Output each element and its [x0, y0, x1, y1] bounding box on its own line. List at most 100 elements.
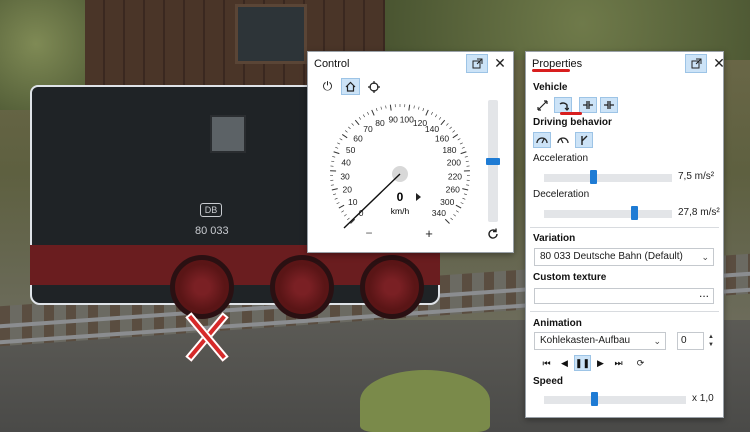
throttle-slider[interactable]	[486, 100, 500, 222]
speedometer-tick	[367, 111, 370, 115]
speedometer-label: 180	[442, 145, 456, 155]
variation-section: Variation	[533, 233, 723, 244]
speedometer-tick	[446, 123, 449, 126]
throttle-thumb[interactable]	[486, 157, 500, 165]
couple-left-icon[interactable]	[579, 97, 597, 113]
speedometer-tick	[460, 202, 464, 205]
speedometer-label: 220	[448, 171, 462, 181]
animation-number-input[interactable]: 0	[677, 332, 704, 350]
cab-window	[210, 115, 246, 153]
loop-icon[interactable]: ⟳	[632, 355, 649, 371]
red-underline-marker	[532, 69, 570, 72]
speedometer-tick	[464, 156, 468, 158]
speedometer-tick	[341, 134, 348, 139]
divider	[530, 311, 719, 312]
direction-arrow-icon[interactable]	[416, 193, 421, 201]
speed-value: x 1,0	[692, 393, 714, 404]
gauge-alt-icon[interactable]	[554, 132, 572, 148]
speed-section: Speed	[533, 376, 723, 387]
rotate-icon[interactable]	[554, 97, 572, 113]
decrease-speed-button[interactable]: −	[365, 226, 372, 240]
speedometer-label: 260	[446, 185, 460, 195]
speedometer-label: 30	[340, 171, 350, 181]
chevron-down-icon: ⌄	[653, 336, 661, 346]
deceleration-value: 27,8 m/s²	[678, 207, 720, 218]
last-frame-icon[interactable]: ⏭	[610, 355, 627, 371]
control-title: Control	[314, 58, 350, 70]
acceleration-slider[interactable]: 7,5 m/s²	[534, 169, 715, 184]
speedometer-label: 70	[363, 124, 373, 134]
speedometer-label: 200	[447, 158, 461, 168]
speedometer-tick	[450, 217, 454, 221]
speedometer-label: 50	[346, 145, 356, 155]
close-icon[interactable]: ✕	[708, 54, 730, 73]
slider-track	[544, 174, 672, 182]
variation-dropdown[interactable]: 80 033 Deutsche Bahn (Default) ⌄	[534, 248, 714, 266]
speedometer-tick	[465, 160, 469, 162]
speedometer-tick	[413, 105, 415, 109]
slider-thumb[interactable]	[589, 170, 597, 184]
first-frame-icon[interactable]: ⏮	[538, 355, 555, 371]
speed-gauge-icon[interactable]	[533, 132, 551, 148]
speed-slider[interactable]: x 1,0	[534, 391, 714, 406]
speedometer-tick	[455, 210, 459, 213]
popout-icon[interactable]	[466, 54, 488, 73]
speedometer-label: 90	[388, 114, 398, 124]
speedometer-tick	[354, 119, 360, 126]
speedometer-tick	[380, 106, 382, 110]
increase-speed-button[interactable]: +	[425, 226, 433, 241]
locomotive-number: 80 033	[195, 225, 229, 237]
mossy-rock	[360, 370, 490, 432]
pause-icon[interactable]: ❚❚	[574, 355, 591, 371]
control-panel: Control ✕ ⏻ 0 10 20 30 40 50 60 70 80 90 100 120 140…	[307, 51, 514, 253]
popout-icon[interactable]	[685, 54, 707, 73]
slider-thumb[interactable]	[591, 392, 599, 406]
driving-behavior-label: Driving behavior	[533, 117, 612, 128]
wheel	[360, 255, 424, 319]
browse-button[interactable]: ...	[699, 286, 709, 300]
target-icon[interactable]	[364, 78, 383, 95]
spin-up-icon[interactable]: ▲	[708, 333, 714, 341]
home-icon[interactable]	[341, 78, 360, 95]
speedometer-label: 20	[343, 185, 353, 195]
previous-icon[interactable]: ◀	[556, 355, 573, 371]
animation-dropdown[interactable]: Kohlekasten-Aufbau ⌄	[534, 332, 666, 350]
direction-icon[interactable]	[575, 132, 593, 148]
speedometer-tick	[425, 109, 429, 116]
animation-selected: Kohlekasten-Aufbau	[540, 335, 631, 346]
play-icon[interactable]: ▶	[592, 355, 609, 371]
speedometer-tick	[335, 146, 339, 149]
properties-header: Properties ✕	[526, 52, 725, 76]
speedometer: 01020304050607080 90 100 120140160180200220…	[330, 104, 470, 241]
close-icon[interactable]: ✕	[489, 54, 511, 73]
animation-label: Animation	[533, 318, 582, 329]
speedometer-tick	[346, 217, 350, 221]
animation-number: 0	[681, 335, 687, 346]
slider-track	[544, 396, 686, 404]
speedometer-label: 300	[440, 197, 454, 207]
speedometer-tick	[408, 104, 411, 111]
speedometer-tick	[418, 106, 420, 110]
speedometer-tick	[460, 151, 467, 155]
speedometer-label: 10	[348, 197, 358, 207]
speedometer-tick	[462, 188, 469, 191]
speed-label: Speed	[533, 376, 564, 387]
deceleration-slider[interactable]: 27,8 m/s²	[534, 205, 720, 220]
reset-icon[interactable]	[487, 228, 499, 243]
spin-down-icon[interactable]: ▼	[708, 341, 714, 349]
resize-icon[interactable]	[533, 97, 551, 113]
slider-thumb[interactable]	[631, 206, 639, 220]
speedometer-tick	[334, 197, 338, 200]
power-icon[interactable]: ⏻	[318, 78, 337, 95]
divider	[530, 227, 719, 228]
speedometer-label: 160	[435, 133, 449, 143]
speedometer-tick	[339, 138, 343, 141]
speedometer-tick	[336, 202, 340, 205]
acceleration-value: 7,5 m/s²	[678, 171, 715, 182]
custom-texture-field[interactable]: ...	[534, 286, 714, 304]
properties-panel: Properties ✕ Vehicle Driving behavior Ac…	[525, 51, 725, 418]
speedometer-tick	[422, 108, 425, 112]
couple-right-icon[interactable]	[600, 97, 618, 113]
speedometer-tick	[435, 114, 438, 118]
speedometer-tick	[333, 193, 337, 195]
